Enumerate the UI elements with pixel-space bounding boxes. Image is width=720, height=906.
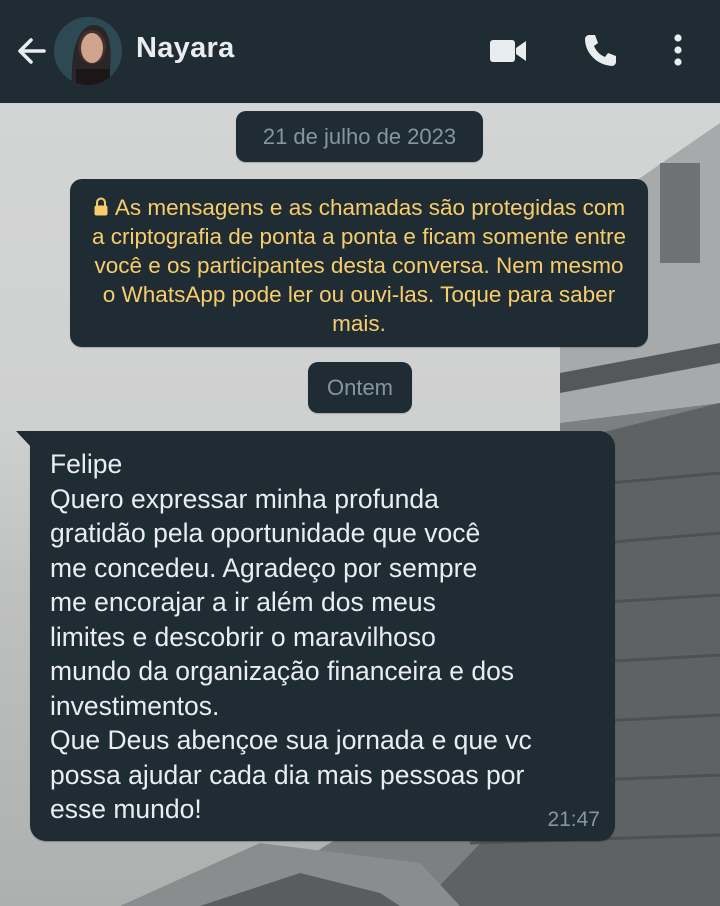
message-text: Felipe Quero expressar minha profunda gr… xyxy=(50,449,532,824)
contact-name[interactable]: Nayara xyxy=(136,32,235,65)
more-options-button[interactable] xyxy=(658,30,698,70)
avatar-photo xyxy=(54,17,122,85)
arrow-left-icon xyxy=(18,38,46,64)
video-camera-icon xyxy=(490,40,526,62)
incoming-message-bubble[interactable]: Felipe Quero expressar minha profunda gr… xyxy=(30,431,615,841)
bubble-tail xyxy=(16,431,31,447)
more-vertical-icon xyxy=(674,34,682,66)
lock-icon xyxy=(94,197,108,216)
yesterday-chip: Ontem xyxy=(308,362,412,413)
chat-header: Nayara xyxy=(0,0,720,103)
contact-avatar[interactable] xyxy=(54,17,122,85)
message-time: 21:47 xyxy=(547,808,600,831)
date-chip: 21 de julho de 2023 xyxy=(236,111,483,162)
encryption-notice[interactable]: As mensagens e as chamadas são protegida… xyxy=(70,179,648,347)
voice-call-button[interactable] xyxy=(580,30,620,70)
video-call-button[interactable] xyxy=(488,30,528,70)
whatsapp-chat-screen: Nayara 21 de julho de 2023 As mensagens … xyxy=(0,0,720,906)
back-button[interactable] xyxy=(14,33,50,69)
encryption-notice-text: As mensagens e as chamadas são protegida… xyxy=(91,195,627,336)
phone-icon xyxy=(585,35,616,66)
